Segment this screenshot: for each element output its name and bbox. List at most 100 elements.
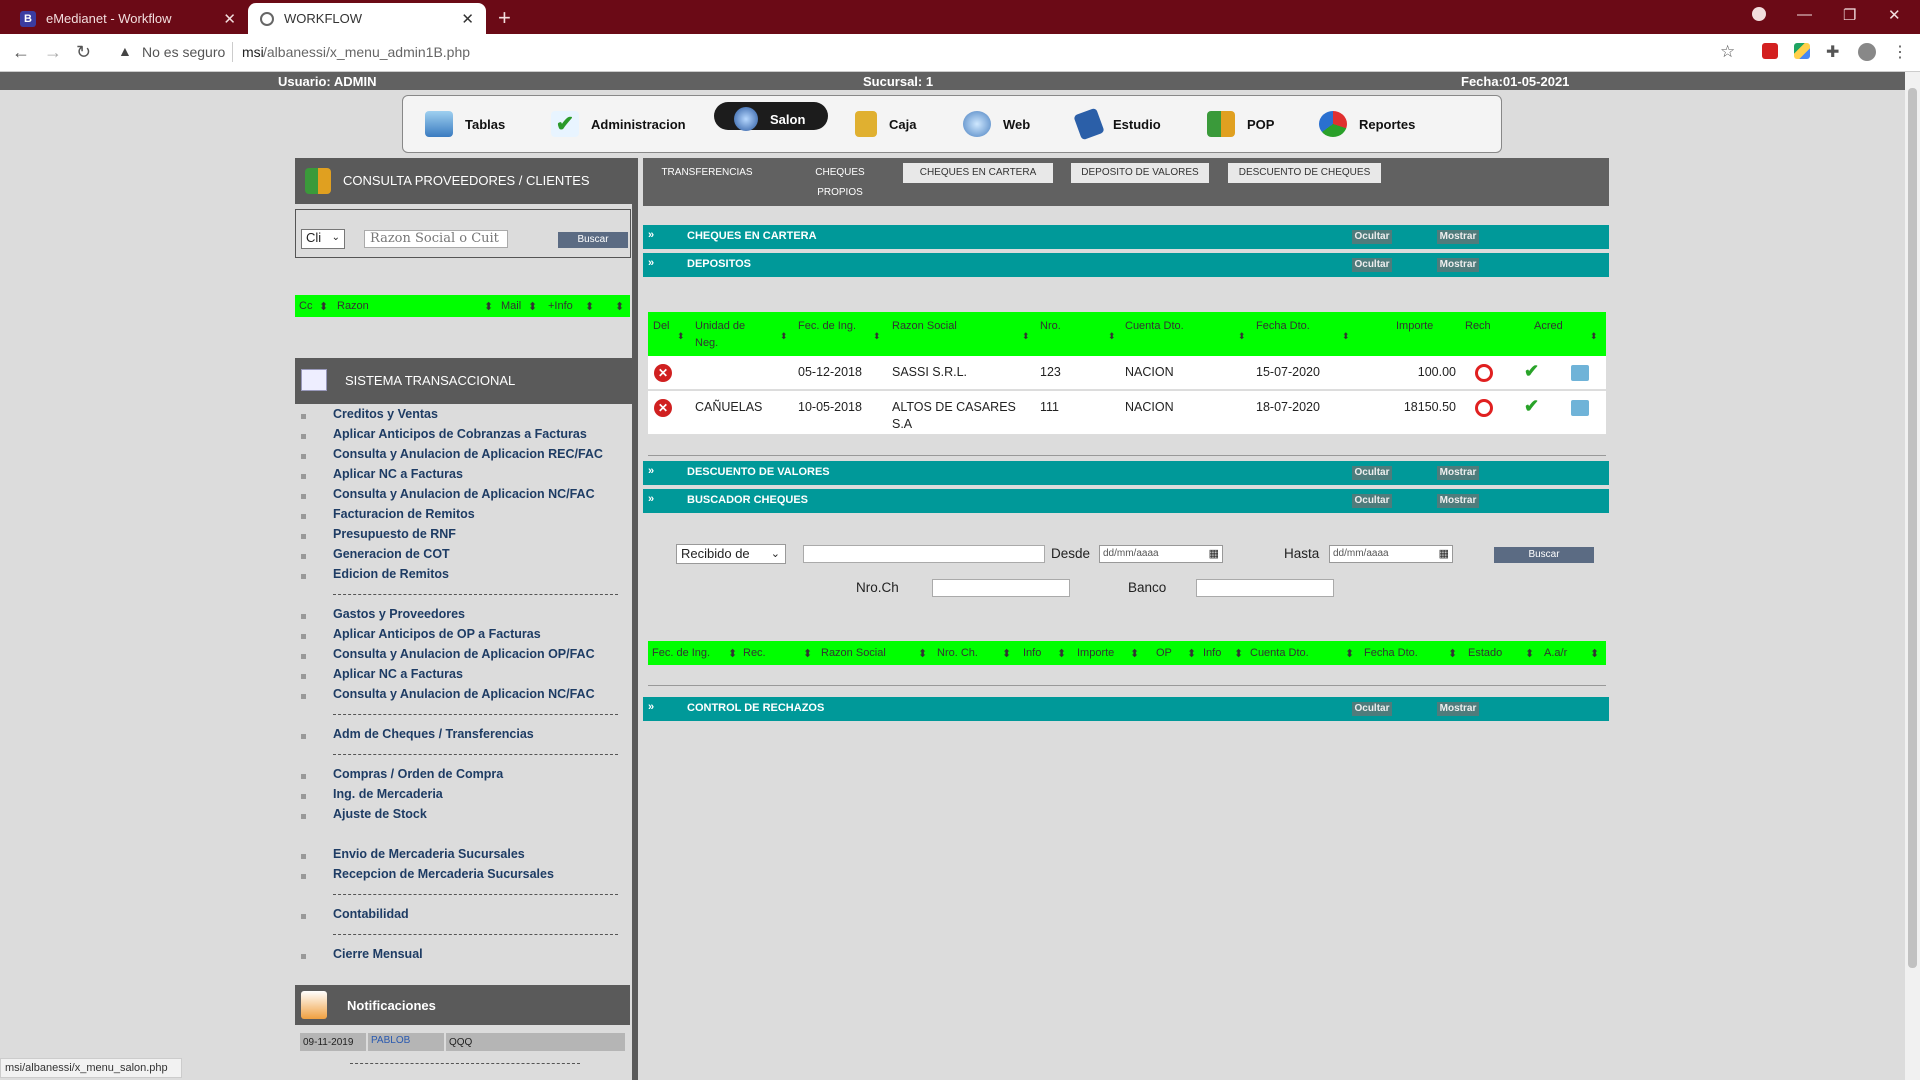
- menu-link[interactable]: Contabilidad: [333, 907, 409, 921]
- reject-icon[interactable]: [1475, 399, 1493, 417]
- sort-icon[interactable]: ⬍: [1022, 331, 1030, 342]
- col-mail[interactable]: Mail: [501, 300, 521, 312]
- col-fecha-dto[interactable]: Fecha Dto.: [1256, 318, 1310, 335]
- sort-icon[interactable]: ⬍: [918, 647, 927, 660]
- show-button[interactable]: Mostrar: [1437, 258, 1479, 272]
- maximize-icon[interactable]: ❐: [1843, 6, 1856, 24]
- sort-icon[interactable]: ⬍: [585, 300, 594, 313]
- recibido-de-input[interactable]: [803, 545, 1045, 563]
- col-rec[interactable]: Rec.: [743, 647, 766, 659]
- sort-icon[interactable]: ⬍: [319, 300, 328, 313]
- menu-link[interactable]: Presupuesto de RNF: [333, 527, 456, 541]
- menu-link[interactable]: Consulta y Anulacion de Aplicacion NC/FA…: [333, 687, 595, 701]
- menu-link[interactable]: Consulta y Anulacion de Aplicacion NC/FA…: [333, 487, 595, 501]
- sort-icon[interactable]: ⬍: [677, 331, 685, 342]
- profile-avatar-icon[interactable]: [1858, 43, 1876, 61]
- menu-salon[interactable]: Salon: [734, 105, 805, 133]
- col-estado[interactable]: Estado: [1468, 647, 1502, 659]
- menu-link[interactable]: Edicion de Remitos: [333, 567, 449, 581]
- sort-icon[interactable]: ⬍: [528, 300, 537, 313]
- sort-icon[interactable]: ⬍: [1234, 647, 1243, 660]
- url-path[interactable]: /albanessi/x_menu_admin1B.php: [263, 44, 470, 60]
- nro-ch-input[interactable]: [932, 579, 1070, 597]
- close-window-icon[interactable]: ✕: [1888, 6, 1901, 24]
- show-button[interactable]: Mostrar: [1437, 494, 1479, 508]
- accredit-check-icon[interactable]: ✔: [1524, 361, 1539, 382]
- col-importe[interactable]: Importe: [1396, 318, 1433, 335]
- col-cc[interactable]: Cc: [299, 300, 312, 312]
- menu-pop[interactable]: POP: [1207, 110, 1274, 138]
- tab-descuento-cheques[interactable]: DESCUENTO DE CHEQUES: [1228, 163, 1381, 183]
- sort-icon[interactable]: ⬍: [1342, 331, 1350, 342]
- pdf-extension-icon[interactable]: [1762, 43, 1778, 59]
- menu-kebab-icon[interactable]: ⋮: [1892, 42, 1908, 62]
- col-rech[interactable]: Rech: [1465, 318, 1491, 335]
- sort-icon[interactable]: ⬍: [873, 331, 881, 342]
- col-cuenta-dto[interactable]: Cuenta Dto.: [1250, 647, 1309, 659]
- col-fecha-dto[interactable]: Fecha Dto.: [1364, 647, 1418, 659]
- warning-icon[interactable]: ▲: [118, 43, 132, 59]
- menu-link[interactable]: Generacion de COT: [333, 547, 450, 561]
- show-button[interactable]: Mostrar: [1437, 230, 1479, 244]
- reject-icon[interactable]: [1475, 364, 1493, 382]
- menu-estudio[interactable]: Estudio: [1073, 107, 1161, 141]
- menu-link[interactable]: Consulta y Anulacion de Aplicacion OP/FA…: [333, 647, 595, 661]
- sort-icon[interactable]: ⬍: [780, 331, 788, 342]
- search-client-button[interactable]: Buscar: [558, 232, 628, 248]
- sort-icon[interactable]: ⬍: [728, 647, 737, 660]
- show-button[interactable]: Mostrar: [1437, 466, 1479, 480]
- menu-link[interactable]: Facturacion de Remitos: [333, 507, 475, 521]
- show-button[interactable]: Mostrar: [1437, 702, 1479, 716]
- scrollbar-thumb[interactable]: [1908, 88, 1917, 968]
- accredit-check-icon[interactable]: ✔: [1524, 396, 1539, 417]
- menu-link[interactable]: Aplicar NC a Facturas: [333, 467, 463, 481]
- col-info[interactable]: Info: [1023, 647, 1041, 659]
- hide-button[interactable]: Ocultar: [1352, 258, 1392, 272]
- menu-link[interactable]: Envio de Mercaderia Sucursales: [333, 847, 525, 861]
- col-razon[interactable]: Razon: [337, 300, 369, 312]
- sort-icon[interactable]: ⬍: [1590, 331, 1598, 342]
- col-importe[interactable]: Importe: [1077, 647, 1114, 659]
- drive-extension-icon[interactable]: [1794, 43, 1810, 59]
- profile-dropdown-icon[interactable]: [1752, 7, 1766, 21]
- calendar-icon[interactable]: ▦: [1439, 546, 1449, 562]
- section-depositos[interactable]: » DEPOSITOS Ocultar Mostrar: [643, 253, 1609, 277]
- hide-button[interactable]: Ocultar: [1352, 230, 1392, 244]
- calendar-icon[interactable]: ▦: [1209, 546, 1219, 562]
- sort-icon[interactable]: ⬍: [1525, 647, 1534, 660]
- sort-icon[interactable]: ⬍: [1448, 647, 1457, 660]
- menu-link[interactable]: Gastos y Proveedores: [333, 607, 465, 621]
- banco-input[interactable]: [1196, 579, 1334, 597]
- col-razon-social[interactable]: Razon Social: [892, 318, 957, 335]
- col-info[interactable]: +Info: [548, 300, 573, 312]
- sort-icon[interactable]: ⬍: [1345, 647, 1354, 660]
- menu-link[interactable]: Aplicar NC a Facturas: [333, 667, 463, 681]
- tab-cheques-en-cartera[interactable]: CHEQUES EN CARTERA: [903, 163, 1053, 183]
- security-label[interactable]: No es seguro: [142, 44, 225, 60]
- search-cheques-button[interactable]: Buscar: [1494, 547, 1594, 563]
- col-unidad[interactable]: Unidad de Neg.: [695, 318, 755, 352]
- sort-icon[interactable]: ⬍: [1057, 647, 1066, 660]
- forward-icon[interactable]: →: [44, 42, 62, 63]
- extensions-puzzle-icon[interactable]: ✚: [1826, 42, 1839, 62]
- col-fec-ing[interactable]: Fec. de Ing.: [652, 647, 710, 659]
- delete-icon[interactable]: ✕: [654, 399, 672, 417]
- bookmark-star-icon[interactable]: ☆: [1720, 42, 1735, 62]
- url-host[interactable]: msi: [242, 44, 264, 60]
- section-control-rechazos[interactable]: » CONTROL DE RECHAZOS Ocultar Mostrar: [643, 697, 1609, 721]
- sort-icon[interactable]: ⬍: [615, 300, 624, 313]
- col-del[interactable]: Del: [653, 318, 670, 335]
- col-fec-ing[interactable]: Fec. de Ing.: [798, 318, 856, 335]
- menu-reportes[interactable]: Reportes: [1319, 110, 1415, 138]
- close-tab-icon[interactable]: ✕: [223, 10, 236, 28]
- minimize-icon[interactable]: —: [1797, 6, 1812, 23]
- sort-icon[interactable]: ⬍: [1130, 647, 1139, 660]
- sort-icon[interactable]: ⬍: [1108, 331, 1116, 342]
- menu-link[interactable]: Aplicar Anticipos de Cobranzas a Factura…: [333, 427, 587, 441]
- col-nro-ch[interactable]: Nro. Ch.: [937, 647, 978, 659]
- razon-cuit-input[interactable]: Razon Social o Cuit: [364, 230, 508, 248]
- hide-button[interactable]: Ocultar: [1352, 466, 1392, 480]
- browser-tab-workflow[interactable]: WORKFLOW ✕: [248, 3, 486, 34]
- sort-icon[interactable]: ⬍: [1187, 647, 1196, 660]
- desde-date-input[interactable]: dd/mm/aaaa ▦: [1099, 545, 1223, 563]
